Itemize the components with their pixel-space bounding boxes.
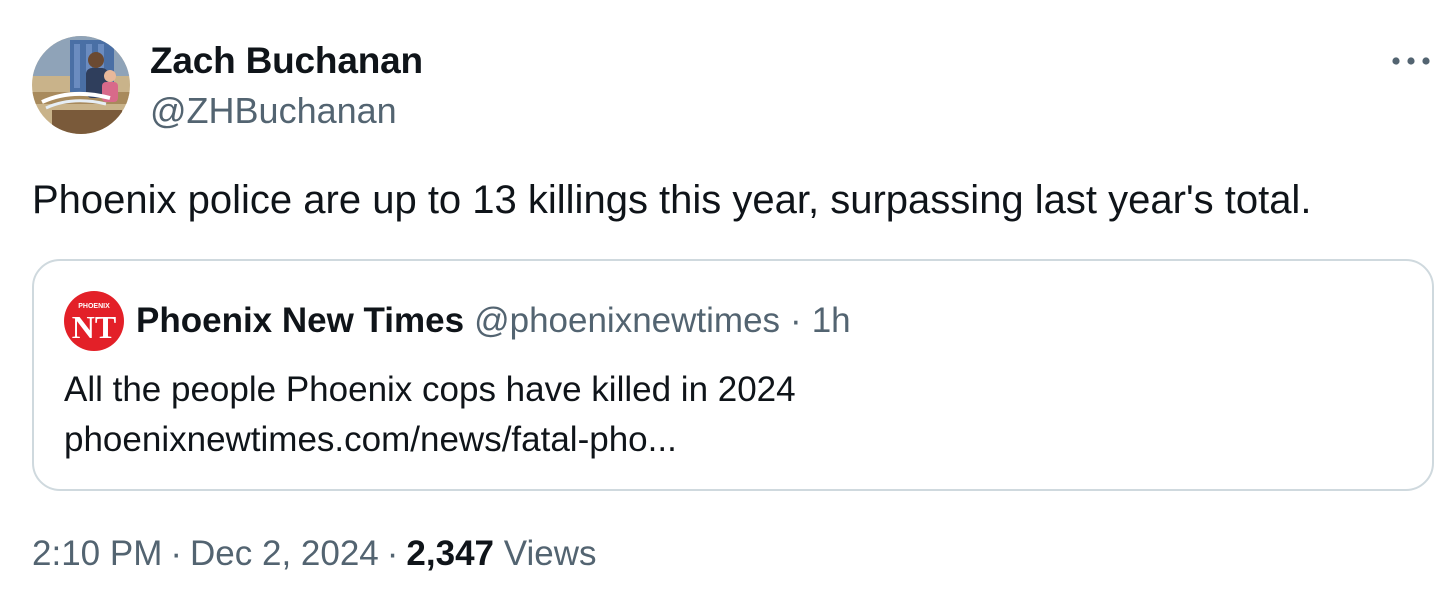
quoted-tweet-text-line: All the people Phoenix cops have killed … — [64, 370, 796, 409]
tweet-timestamp[interactable]: 2:10 PM — [32, 534, 162, 573]
separator-dot: · — [790, 301, 802, 340]
svg-text:NT: NT — [72, 309, 116, 345]
quoted-tweet-time[interactable]: 1h — [812, 301, 851, 341]
author-avatar[interactable] — [32, 36, 130, 134]
separator-dot: · — [170, 534, 183, 573]
more-dots-icon — [1392, 57, 1430, 65]
author-display-name[interactable]: Zach Buchanan — [150, 40, 423, 82]
quoted-author-handle[interactable]: @phoenixnewtimes — [474, 301, 780, 341]
separator-dot: · — [386, 534, 399, 573]
views-label: Views — [503, 534, 597, 573]
views-count: 2,347 — [406, 534, 495, 573]
more-options-button[interactable] — [1388, 46, 1434, 76]
tweet-date[interactable]: Dec 2, 2024 — [190, 534, 379, 573]
tweet-text: Phoenix police are up to 13 killings thi… — [32, 178, 1312, 222]
quoted-tweet-card[interactable]: PHOENIX NT Phoenix New Times @phoenixnew… — [32, 259, 1434, 491]
quoted-tweet-text: All the people Phoenix cops have killed … — [64, 365, 796, 465]
author-handle[interactable]: @ZHBuchanan — [150, 90, 397, 132]
tweet-meta: 2:10 PM · Dec 2, 2024 · 2,347 Views — [32, 534, 596, 574]
tweet: Zach Buchanan @ZHBuchanan Phoenix police… — [0, 0, 1456, 608]
phoenix-new-times-logo-icon: PHOENIX NT — [64, 291, 124, 351]
quoted-tweet-link[interactable]: phoenixnewtimes.com/news/fatal-pho... — [64, 415, 796, 465]
quoted-author-avatar[interactable]: PHOENIX NT — [64, 291, 124, 351]
profile-photo-icon — [32, 36, 130, 134]
quoted-author-name[interactable]: Phoenix New Times — [136, 301, 464, 341]
quoted-tweet-header: PHOENIX NT Phoenix New Times @phoenixnew… — [64, 291, 851, 351]
